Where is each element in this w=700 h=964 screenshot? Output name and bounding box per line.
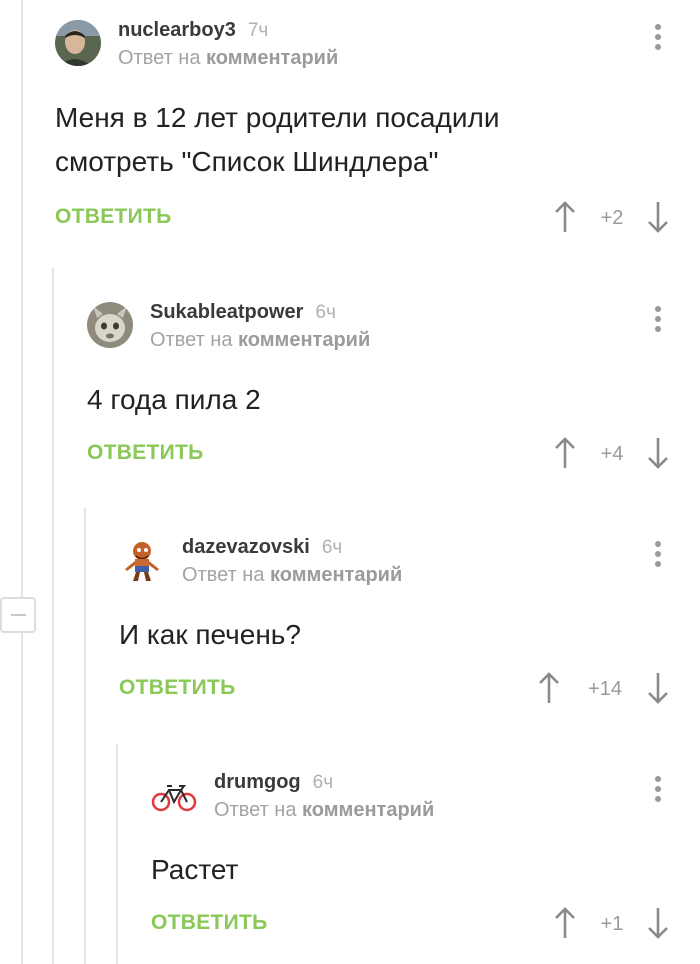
menu-dots-icon[interactable] (652, 24, 664, 54)
timestamp: 6ч (315, 302, 336, 323)
arrow-down-icon[interactable] (646, 200, 670, 234)
arrow-down-icon[interactable] (646, 671, 670, 705)
username[interactable]: drumgog 6ч (214, 771, 333, 794)
avatar[interactable] (119, 537, 165, 583)
reply-button[interactable]: ОТВЕТИТЬ (119, 676, 236, 700)
reply-to-link[interactable]: Ответ на комментарий (214, 799, 434, 822)
timestamp: 6ч (312, 772, 334, 793)
reply-to-link[interactable]: Ответ на комментарий (118, 47, 338, 70)
thread-line-level-0-lower (21, 633, 23, 964)
thread-line-level-3 (116, 744, 118, 964)
comment-text: Растет (151, 854, 239, 885)
reply-button[interactable]: ОТВЕТИТЬ (87, 441, 204, 465)
timestamp: 7ч (247, 20, 269, 41)
reply-button[interactable]: ОТВЕТИТЬ (55, 205, 172, 229)
reply-to-link[interactable]: Ответ на комментарий (182, 564, 402, 587)
reply-button[interactable]: ОТВЕТИТЬ (151, 911, 268, 935)
arrow-up-icon[interactable] (553, 436, 577, 470)
reply-to-link[interactable]: Ответ на комментарий (150, 329, 370, 352)
menu-dots-icon[interactable] (652, 776, 664, 806)
arrow-up-icon[interactable] (553, 906, 577, 940)
timestamp: 6ч (321, 537, 343, 558)
username[interactable]: dazevazovski 6ч (182, 536, 342, 559)
arrow-down-icon[interactable] (646, 436, 670, 470)
comment-text: 4 года пила 2 (87, 384, 261, 415)
thread-line-level-0 (21, 0, 23, 597)
comment-dazevazovski: dazevazovski 6ч Ответ на комментарий И ка… (119, 536, 695, 717)
menu-dots-icon[interactable] (652, 306, 664, 336)
comment-nuclearboy3: nuclearboy3 7ч Ответ на комментарий Меня … (55, 19, 695, 250)
menu-dots-icon[interactable] (652, 541, 664, 571)
collapse-minus-icon[interactable] (0, 597, 36, 633)
comment-drumgog: drumgog 6ч Ответ на комментарий Растет ОТ… (151, 771, 695, 952)
arrow-down-icon[interactable] (646, 906, 670, 940)
thread-line-level-1 (52, 268, 54, 964)
rating-value: +1 (600, 913, 624, 935)
comment-text-line-2: смотреть "Список Шиндлера" (55, 146, 439, 177)
comment-text-line-1: Меня в 12 лет родители посадили (55, 102, 500, 133)
avatar[interactable] (151, 772, 197, 818)
avatar[interactable] (55, 20, 101, 66)
username[interactable]: nuclearboy3 7ч (118, 19, 268, 42)
arrow-up-icon[interactable] (537, 671, 561, 705)
username[interactable]: Sukableatpower 6ч (150, 301, 336, 324)
rating-value: +4 (600, 443, 624, 465)
rating-value: +14 (588, 678, 622, 700)
comment-sukableatpower: Sukableatpower 6ч Ответ на комментарий 4 … (87, 301, 695, 482)
rating-value: +2 (600, 207, 624, 229)
thread-line-level-2 (84, 508, 86, 964)
arrow-up-icon[interactable] (553, 200, 577, 234)
avatar[interactable] (87, 302, 133, 348)
comment-text: И как печень? (119, 619, 301, 650)
